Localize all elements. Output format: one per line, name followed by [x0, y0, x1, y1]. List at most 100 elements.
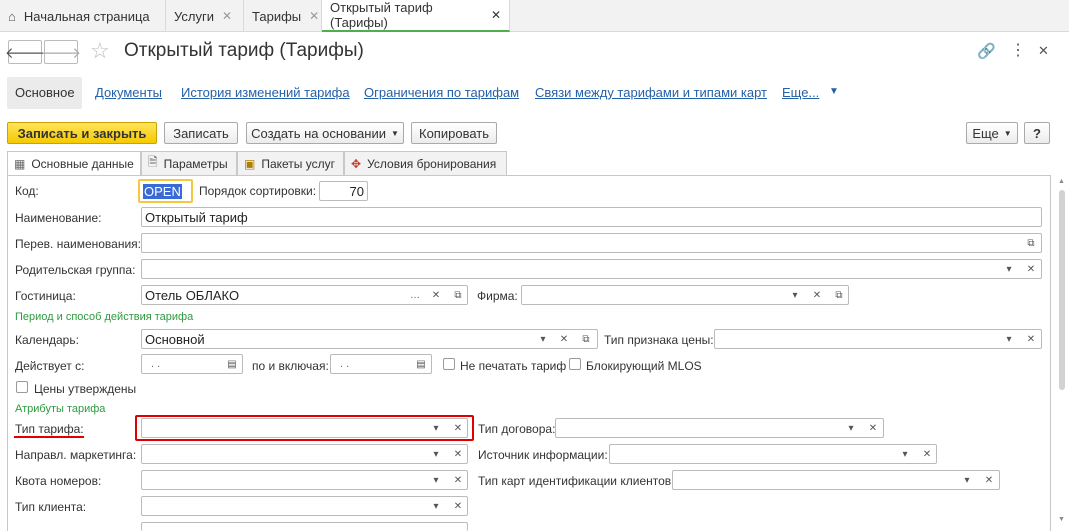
- clear-icon[interactable]: ✕: [449, 445, 467, 463]
- star-icon[interactable]: ☆: [90, 38, 110, 64]
- clear-icon[interactable]: ✕: [864, 419, 882, 437]
- tab-parameters[interactable]: 🗎 Параметры: [141, 151, 237, 175]
- dropdown-icon[interactable]: ▾: [1000, 330, 1018, 348]
- name-label: Наименование:: [15, 211, 102, 225]
- close-icon[interactable]: ✕: [222, 9, 232, 23]
- table-icon: ▦: [14, 157, 26, 171]
- attributes-section-title: Атрибуты тарифа: [15, 403, 106, 415]
- dropdown-icon[interactable]: ▾: [427, 445, 445, 463]
- price-type-input[interactable]: [714, 329, 1042, 349]
- dropdown-icon[interactable]: ▾: [958, 471, 976, 489]
- marketing-input[interactable]: [141, 444, 468, 464]
- nav-more[interactable]: Еще...: [782, 85, 819, 100]
- close-window-icon[interactable]: ✕: [1038, 43, 1049, 59]
- forward-button[interactable]: 🡒: [40, 40, 82, 64]
- room-quota-input[interactable]: [141, 470, 468, 490]
- sort-input[interactable]: 70: [319, 181, 368, 201]
- code-label: Код:: [15, 184, 39, 198]
- clear-icon[interactable]: ✕: [449, 497, 467, 515]
- select-icon[interactable]: …: [406, 286, 424, 304]
- dropdown-icon[interactable]: ▾: [896, 445, 914, 463]
- clear-icon[interactable]: ✕: [980, 471, 998, 489]
- tab-current-label: Открытый тариф (Тарифы): [330, 0, 433, 30]
- tab-main-data-label: Основные данные: [31, 157, 134, 171]
- clear-icon[interactable]: ✕: [1022, 260, 1040, 278]
- nav-relations[interactable]: Связи между тарифами и типами карт: [535, 85, 767, 100]
- tab-tariffs[interactable]: Тарифы ✕: [244, 0, 322, 32]
- scroll-up-icon[interactable]: ▲: [1058, 178, 1065, 185]
- open-icon[interactable]: ⧉: [830, 286, 848, 304]
- link-icon[interactable]: 🔗: [977, 42, 996, 60]
- dropdown-icon[interactable]: ▾: [786, 286, 804, 304]
- prices-approved-label: Цены утверждены: [34, 382, 137, 396]
- tariff-type-input[interactable]: [141, 418, 468, 438]
- calendar-icon[interactable]: ▤: [223, 355, 241, 373]
- clear-icon[interactable]: ✕: [555, 330, 573, 348]
- tab-booking[interactable]: ✥ Условия бронирования: [344, 151, 507, 175]
- nav-documents[interactable]: Документы: [95, 85, 162, 100]
- close-icon[interactable]: ✕: [309, 9, 319, 23]
- clear-icon[interactable]: ✕: [449, 471, 467, 489]
- info-source-input[interactable]: [609, 444, 937, 464]
- save-button[interactable]: Записать: [164, 122, 238, 144]
- back-button[interactable]: 🡐: [4, 40, 46, 64]
- scrollbar-thumb[interactable]: [1059, 190, 1065, 390]
- translation-input[interactable]: [141, 233, 1042, 253]
- tab-current[interactable]: Открытый тариф (Тарифы) ✕: [322, 0, 510, 32]
- parent-group-input[interactable]: [141, 259, 1042, 279]
- dropdown-icon[interactable]: ▾: [534, 330, 552, 348]
- block-mlos-checkbox[interactable]: [569, 358, 581, 370]
- calendar-input[interactable]: Основной: [141, 329, 598, 349]
- nav-main[interactable]: Основное: [15, 85, 75, 100]
- close-icon[interactable]: ✕: [491, 8, 501, 22]
- clear-icon[interactable]: ✕: [449, 419, 467, 437]
- more-menu-icon[interactable]: ⋮: [1010, 40, 1026, 60]
- tab-main-data[interactable]: ▦ Основные данные: [7, 151, 141, 176]
- dropdown-icon[interactable]: ▾: [427, 471, 445, 489]
- tab-booking-label: Условия бронирования: [367, 156, 497, 171]
- clear-icon[interactable]: ✕: [1022, 330, 1040, 348]
- dropdown-icon[interactable]: ▾: [427, 497, 445, 515]
- info-source-label: Источник информации:: [478, 448, 608, 462]
- scroll-down-icon[interactable]: ▼: [1058, 516, 1065, 523]
- tab-home-label: Начальная страница: [23, 8, 150, 24]
- tariff-type-label: Тип тарифа:: [15, 422, 84, 436]
- name-input[interactable]: Открытый тариф: [141, 207, 1042, 227]
- more-button[interactable]: Еще ▼: [966, 122, 1018, 144]
- tab-packages[interactable]: ▣ Пакеты услуг: [237, 151, 344, 175]
- copy-button[interactable]: Копировать: [411, 122, 497, 144]
- scrollbar[interactable]: ▲ ▼: [1057, 178, 1067, 528]
- calendar-value: Основной: [145, 331, 205, 347]
- open-icon[interactable]: ⧉: [1022, 234, 1040, 252]
- client-type-input[interactable]: [141, 496, 468, 516]
- nav-limits[interactable]: Ограничения по тарифам: [364, 85, 519, 100]
- clear-icon[interactable]: ✕: [918, 445, 936, 463]
- arrow-right-icon: 🡒: [40, 44, 82, 62]
- no-print-checkbox[interactable]: [443, 358, 455, 370]
- chevron-down-icon[interactable]: ▼: [829, 86, 839, 97]
- block-mlos-label: Блокирующий MLOS: [586, 359, 702, 373]
- dropdown-arrow-icon: ▼: [1003, 128, 1012, 138]
- clear-icon[interactable]: ✕: [808, 286, 826, 304]
- calendar-icon[interactable]: ▤: [412, 355, 430, 373]
- dropdown-icon[interactable]: ▾: [842, 419, 860, 437]
- clear-icon[interactable]: ✕: [427, 286, 445, 304]
- contract-type-input[interactable]: [555, 418, 884, 438]
- sort-label: Порядок сортировки:: [199, 184, 317, 198]
- help-button[interactable]: ?: [1024, 122, 1050, 144]
- open-icon[interactable]: ⧉: [449, 286, 467, 304]
- save-close-button[interactable]: Записать и закрыть: [7, 122, 157, 144]
- card-type-input[interactable]: [672, 470, 1000, 490]
- dropdown-icon[interactable]: ▾: [427, 419, 445, 437]
- code-input[interactable]: OPEN: [138, 179, 193, 203]
- prices-approved-checkbox[interactable]: [16, 381, 28, 393]
- hotel-label: Гостиница:: [15, 289, 76, 303]
- next-row-input[interactable]: [141, 522, 468, 531]
- arrow-left-icon: 🡐: [4, 44, 46, 62]
- tab-home[interactable]: ⌂ Начальная страница: [0, 0, 166, 32]
- open-icon[interactable]: ⧉: [577, 330, 595, 348]
- create-based-button[interactable]: Создать на основании ▼: [246, 122, 404, 144]
- tab-services[interactable]: Услуги ✕: [166, 0, 244, 32]
- nav-history[interactable]: История изменений тарифа: [181, 85, 350, 100]
- dropdown-icon[interactable]: ▾: [1000, 260, 1018, 278]
